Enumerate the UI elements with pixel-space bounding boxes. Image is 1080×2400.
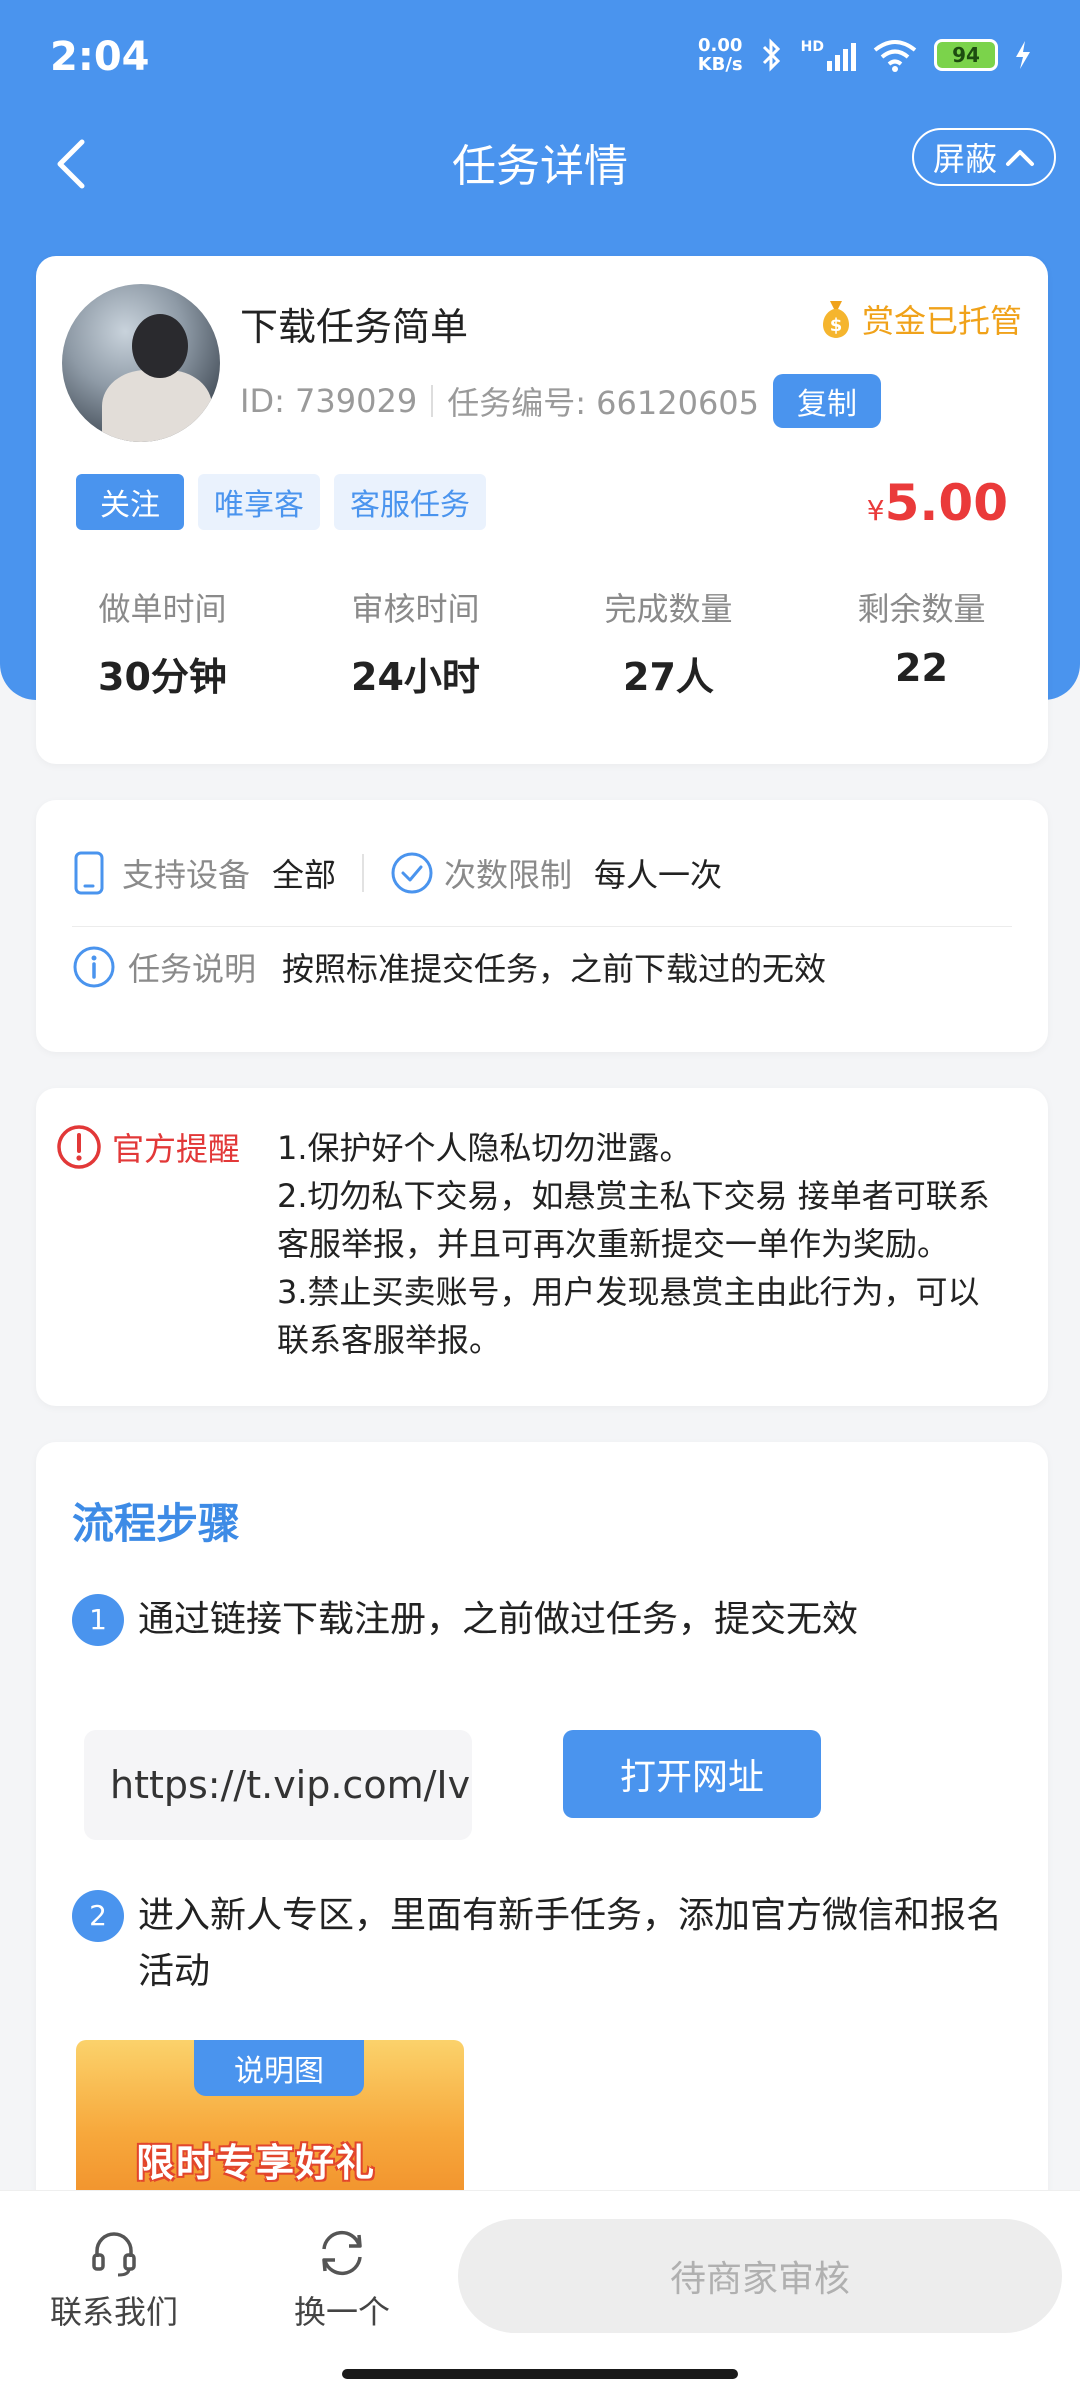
task-stats: 做单时间 30分钟 审核时间 24小时 完成数量 27人 剩余数量 22 <box>36 584 1048 701</box>
tag-service-task: 客服任务 <box>334 474 486 530</box>
phone-icon <box>74 851 104 895</box>
stat-completed: 完成数量 27人 <box>604 590 733 699</box>
user-id: ID: 739029 <box>240 382 418 420</box>
price-value: 5.00 <box>884 474 1008 532</box>
headset-icon <box>92 2232 136 2277</box>
money-bag-icon: $ <box>822 301 849 338</box>
follow-button[interactable]: 关注 <box>76 474 184 530</box>
tag-vip: 唯享客 <box>198 474 320 530</box>
step-item: 1 通过链接下载注册，之前做过任务，提交无效 <box>72 1592 1012 1648</box>
official-notice-card: 官方提醒 1.保护好个人隐私切勿泄露。 2.切勿私下交易，如悬赏主私下交易 接单… <box>36 1088 1048 1406</box>
contact-label: 联系我们 <box>49 2293 178 2331</box>
copy-button[interactable]: 复制 <box>773 374 882 428</box>
tag-list: 关注 唯享客 客服任务 <box>76 474 486 530</box>
refresh-icon <box>322 2230 362 2276</box>
alert-icon <box>57 1125 101 1169</box>
battery-icon: 94 <box>934 39 998 71</box>
notice-line: 1.保护好个人隐私切勿泄露。 <box>277 1129 692 1167</box>
step-number: 2 <box>72 1890 124 1942</box>
divider <box>431 385 434 417</box>
explanation-image[interactable]: 说明图 限时专享好礼 <box>76 2040 464 2202</box>
app-header: 任务详情 屏蔽 <box>0 120 1080 230</box>
step-number: 1 <box>72 1594 124 1646</box>
divider <box>72 926 1012 927</box>
open-url-button[interactable]: 打开网址 <box>563 1730 821 1818</box>
task-id-row: ID: 739029 任务编号: 66120605 复制 <box>240 374 882 428</box>
task-title: 下载任务简单 <box>240 305 469 349</box>
stat-order-time: 做单时间 30分钟 <box>98 590 227 699</box>
stat-review-time: 审核时间 24小时 <box>351 590 480 699</box>
promo-text: 限时专享好礼 <box>136 2141 377 2185</box>
status-time: 2:04 <box>50 34 150 80</box>
charging-icon <box>1016 41 1030 69</box>
desc-label: 任务说明 <box>128 950 257 988</box>
pending-review-button[interactable]: 待商家审核 <box>458 2219 1062 2333</box>
steps-title: 流程步骤 <box>72 1499 241 1548</box>
status-icons: 0.00 KB/s HD 94 <box>698 36 1032 74</box>
block-label: 屏蔽 <box>932 140 997 178</box>
status-bar: 2:04 0.00 KB/s HD 94 <box>0 0 1080 120</box>
escrow-status: $ 赏金已托管 <box>816 296 1022 342</box>
wifi-icon <box>873 40 917 72</box>
avatar[interactable] <box>62 284 220 442</box>
info-icon <box>73 946 115 988</box>
divider <box>362 854 365 892</box>
notice-title: 官方提醒 <box>112 1130 241 1168</box>
task-card: 下载任务简单 $ 赏金已托管 ID: 739029 任务编号: 66120605… <box>36 256 1048 764</box>
block-button[interactable]: 屏蔽 <box>912 128 1056 186</box>
switch-task-button[interactable]: 换一个 <box>262 2223 422 2333</box>
limit-value: 每人一次 <box>594 856 723 894</box>
chevron-up-icon <box>1006 150 1034 166</box>
notice-text: 1.保护好个人隐私切勿泄露。 2.切勿私下交易，如悬赏主私下交易 接单者可联系客… <box>277 1124 1008 1364</box>
device-label: 支持设备 <box>122 856 251 894</box>
svg-text:$: $ <box>830 315 843 336</box>
notice-line: 2.切勿私下交易，如悬赏主私下交易 接单者可联系客服举报，并且可再次重新提交一单… <box>277 1177 990 1263</box>
desc-value: 按照标准提交任务，之前下载过的无效 <box>282 950 827 988</box>
task-number: 任务编号: 66120605 <box>447 384 760 422</box>
notice-line: 3.禁止买卖账号，用户发现悬赏主由此行为，可以联系客服举报。 <box>277 1273 980 1359</box>
step-text: 通过链接下载注册，之前做过任务，提交无效 <box>138 1599 859 1640</box>
reward-price: ¥5.00 <box>867 474 1008 532</box>
step-text: 进入新人专区，里面有新手任务，添加官方微信和报名活动 <box>138 1895 1003 1992</box>
check-circle-icon <box>391 852 433 894</box>
network-speed: 0.00 KB/s <box>697 35 743 75</box>
device-value: 全部 <box>272 856 337 894</box>
bluetooth-icon <box>762 38 780 72</box>
bottom-action-bar: 联系我们 换一个 待商家审核 <box>0 2190 1080 2400</box>
home-indicator <box>342 2369 738 2379</box>
limit-label: 次数限制 <box>444 856 573 894</box>
contact-us-button[interactable]: 联系我们 <box>34 2223 194 2333</box>
price-currency: ¥ <box>866 494 885 527</box>
task-info-card: 支持设备 全部 次数限制 每人一次 任务说明 按照标准提交任务，之前下载过的无效 <box>36 800 1048 1052</box>
signal-icon: HD <box>801 39 856 71</box>
process-steps-card: 流程步骤 1 通过链接下载注册，之前做过任务，提交无效 https://t.vi… <box>36 1442 1048 2202</box>
stat-remaining: 剩余数量 22 <box>857 590 986 690</box>
explanation-badge: 说明图 <box>194 2040 364 2096</box>
step-item: 2 进入新人专区，里面有新手任务，添加官方微信和报名活动 <box>72 1888 1012 2000</box>
url-field[interactable]: https://t.vip.com/IvDf6 <box>84 1730 472 1840</box>
switch-label: 换一个 <box>293 2293 390 2331</box>
escrow-label: 赏金已托管 <box>861 302 1022 340</box>
